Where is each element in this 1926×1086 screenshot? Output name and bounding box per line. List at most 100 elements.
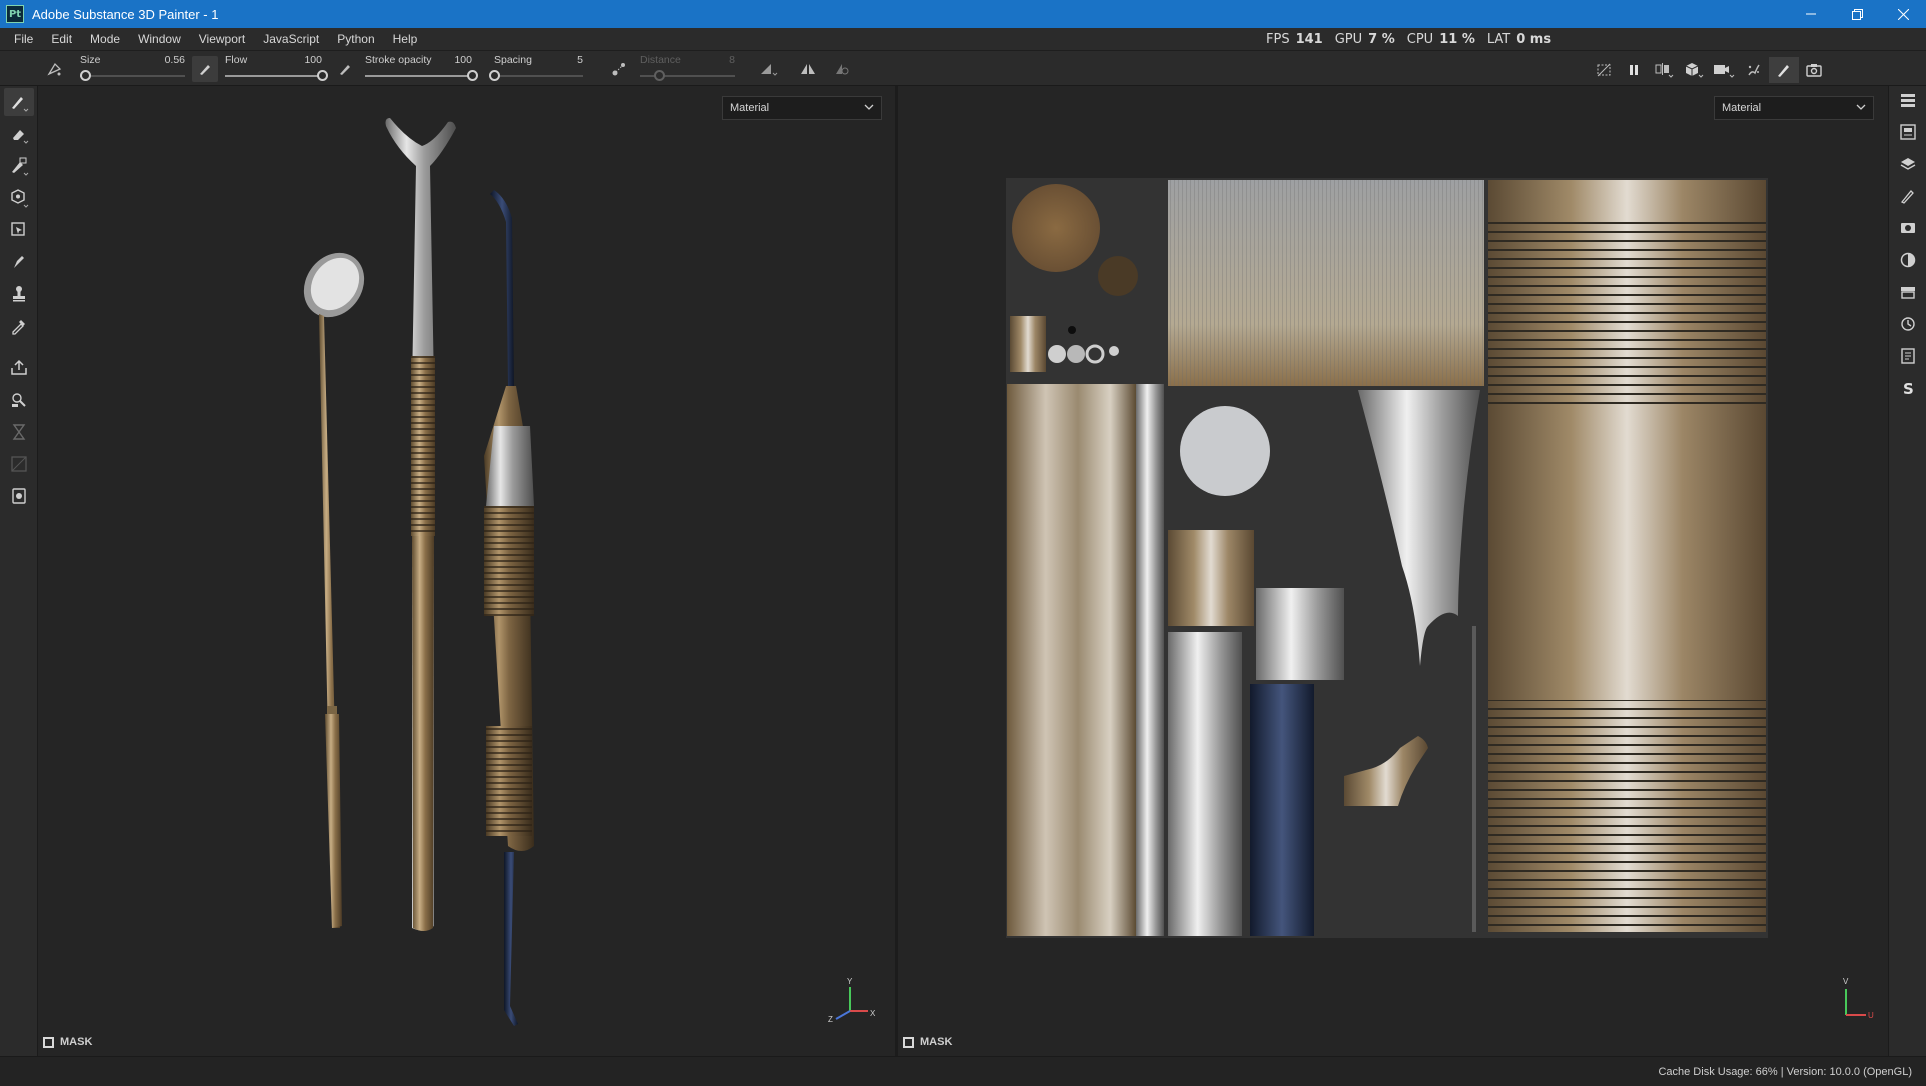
stroke-opacity-label: Stroke opacity xyxy=(365,54,432,66)
dock-layers-list-button[interactable] xyxy=(1893,86,1923,114)
uv-texture-sheet xyxy=(1006,178,1768,938)
material-channel-dropdown-uv[interactable]: Material xyxy=(1714,96,1874,120)
brush-preset-icon xyxy=(47,62,62,76)
symmetry-button[interactable] xyxy=(795,56,821,82)
close-icon xyxy=(1897,8,1909,20)
spacing-label: Spacing xyxy=(494,54,532,66)
mask-toggle-uv[interactable]: MASK xyxy=(903,1036,952,1048)
polygon-fill-icon xyxy=(11,222,25,236)
flow-slider[interactable]: Flow 100 xyxy=(225,51,328,87)
pause-icon xyxy=(1630,65,1638,75)
dock-layers-button[interactable] xyxy=(1893,150,1923,178)
dock-display-settings-button[interactable] xyxy=(1893,214,1923,242)
viewer-button[interactable] xyxy=(4,482,34,510)
view-mode-button[interactable] xyxy=(1679,57,1709,83)
lat-value: 0 ms xyxy=(1516,31,1552,47)
splatter-button[interactable] xyxy=(1739,57,1769,83)
dropdown-value: Material xyxy=(730,102,770,114)
opacity-pressure-toggle[interactable] xyxy=(332,56,358,82)
camera-button[interactable] xyxy=(1709,57,1739,83)
dock-shader-button[interactable] xyxy=(1893,246,1923,274)
geometry-fill-button[interactable] xyxy=(4,184,34,212)
uv-tool-button[interactable] xyxy=(4,450,34,478)
hourglass-button[interactable] xyxy=(4,418,34,446)
status-text: Cache Disk Usage: 66% | Version: 10.0.0 … xyxy=(1658,1066,1912,1078)
hourglass-icon xyxy=(12,424,26,440)
minimize-icon xyxy=(1806,13,1816,15)
distance-slider: Distance 8 xyxy=(640,51,735,87)
size-handle[interactable] xyxy=(80,70,92,81)
material-channel-dropdown[interactable]: Material xyxy=(722,96,882,120)
menu-viewport[interactable]: Viewport xyxy=(190,28,254,50)
mask-label: MASK xyxy=(920,1036,953,1048)
flow-label: Flow xyxy=(225,54,248,66)
dock-assets-button[interactable] xyxy=(1893,278,1923,306)
hide-button[interactable] xyxy=(1589,57,1619,83)
mask-toggle-3d[interactable]: MASK xyxy=(43,1036,92,1048)
stroke-opacity-track xyxy=(365,70,478,81)
gpu-label: GPU xyxy=(1334,31,1363,47)
paint-mode-button[interactable] xyxy=(1769,57,1799,83)
menu-edit[interactable]: Edit xyxy=(42,28,81,50)
brush-preset-button[interactable] xyxy=(42,56,68,82)
viewer-icon xyxy=(12,488,26,504)
performance-stats: FPS 141 GPU 7 % CPU 11 % LAT 0 ms xyxy=(1266,28,1563,50)
eraser-icon xyxy=(13,130,29,144)
color-picker-button[interactable] xyxy=(4,312,34,340)
iray-icon xyxy=(12,393,26,407)
dock-log-button[interactable] xyxy=(1893,342,1923,370)
eraser-tool-button[interactable] xyxy=(4,120,34,148)
viewport-3d[interactable]: Material Y X Z MASK xyxy=(38,86,895,1056)
spacing-slider[interactable]: Spacing 5 xyxy=(489,51,583,87)
menu-mode[interactable]: Mode xyxy=(81,28,129,50)
bake-export-icon xyxy=(11,359,27,375)
spacing-handle[interactable] xyxy=(489,70,500,81)
menu-help[interactable]: Help xyxy=(384,28,427,50)
close-button[interactable] xyxy=(1880,0,1926,28)
lazy-mouse-toggle[interactable] xyxy=(606,56,632,82)
menu-window[interactable]: Window xyxy=(129,28,190,50)
dock-substance-button[interactable]: S xyxy=(1893,374,1923,402)
flow-handle[interactable] xyxy=(317,70,328,81)
flow-pressure-toggle[interactable] xyxy=(192,56,218,82)
gpu-value: 7 % xyxy=(1368,31,1395,47)
stroke-opacity-handle[interactable] xyxy=(467,70,478,81)
dock-history-button[interactable] xyxy=(1893,310,1923,338)
texture-set-icon xyxy=(1900,124,1916,140)
distance-handle xyxy=(654,70,665,81)
stroke-opacity-slider[interactable]: Stroke opacity 100 xyxy=(365,51,478,87)
backface-icon xyxy=(836,64,849,75)
mask-checkbox[interactable] xyxy=(903,1036,914,1048)
clone-tool-button[interactable] xyxy=(4,280,34,308)
polygon-fill-button[interactable] xyxy=(4,216,34,244)
projection-tool-button[interactable] xyxy=(4,152,34,180)
spacing-track xyxy=(489,70,583,81)
minimize-button[interactable] xyxy=(1788,0,1834,28)
paint-tool-button[interactable] xyxy=(4,88,34,116)
size-slider[interactable]: Size 0.56 xyxy=(80,51,185,87)
dock-texture-set-button[interactable] xyxy=(1893,118,1923,146)
symmetry-view-button[interactable] xyxy=(1649,57,1679,83)
tool-properties-bar: Size 0.56 Flow 100 Stroke opacity 100 Sp… xyxy=(0,50,1926,86)
display-settings-icon xyxy=(1901,223,1915,233)
viewport-2d[interactable]: Material V U MASK xyxy=(898,86,1888,1056)
flow-value: 100 xyxy=(304,54,322,66)
bake-export-button[interactable] xyxy=(4,354,34,382)
menu-javascript[interactable]: JavaScript xyxy=(254,28,328,50)
size-value: 0.56 xyxy=(164,54,185,66)
cube-icon xyxy=(1685,63,1704,78)
color-picker-icon xyxy=(12,320,25,335)
mask-checkbox[interactable] xyxy=(43,1036,54,1048)
backface-culling-button[interactable] xyxy=(829,56,855,82)
screenshot-button[interactable] xyxy=(1799,57,1829,83)
left-toolbar xyxy=(0,86,38,1056)
menu-python[interactable]: Python xyxy=(328,28,383,50)
pause-button[interactable] xyxy=(1619,57,1649,83)
iray-button[interactable] xyxy=(4,386,34,414)
angle-button[interactable] xyxy=(756,56,782,82)
restore-button[interactable] xyxy=(1834,0,1880,28)
axis-v-label: V xyxy=(1843,977,1849,986)
smudge-tool-button[interactable] xyxy=(4,248,34,276)
menu-file[interactable]: File xyxy=(0,28,42,50)
dock-brush-settings-button[interactable] xyxy=(1893,182,1923,210)
